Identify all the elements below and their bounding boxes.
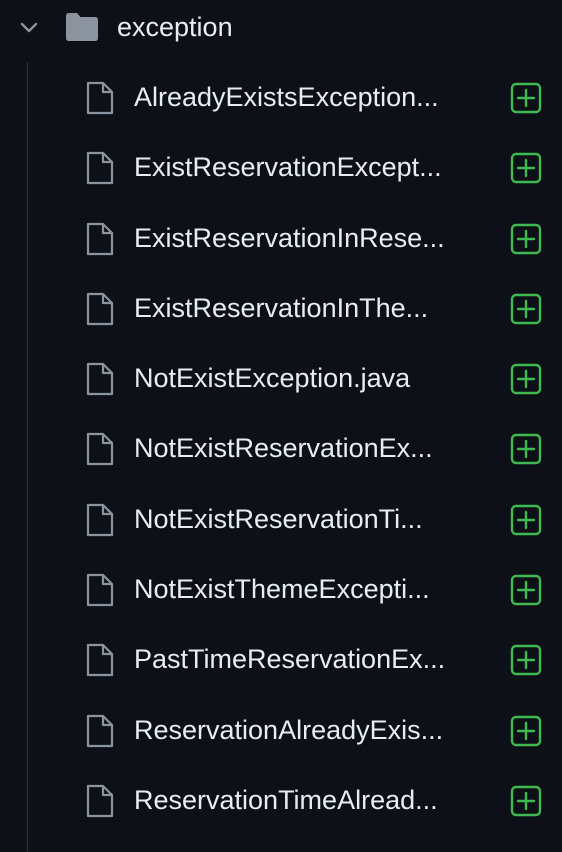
file-row[interactable]: NotExistReservationTi... xyxy=(0,485,562,555)
folder-row-exception[interactable]: exception xyxy=(0,0,562,56)
file-tree: exception AlreadyExistsException... Exist… xyxy=(0,0,562,852)
file-name: NotExistThemeExcepti... xyxy=(134,574,430,605)
file-icon xyxy=(86,573,114,607)
file-name: AlreadyExistsException... xyxy=(134,82,439,112)
chevron-down-icon[interactable] xyxy=(17,16,41,40)
file-row[interactable]: ReservationTimeAlread... xyxy=(0,766,562,836)
file-row[interactable]: NotExistException.java xyxy=(0,344,562,414)
plus-square-icon[interactable] xyxy=(510,504,542,536)
file-icon xyxy=(86,152,114,185)
file-row[interactable]: PastTimeReservationEx... xyxy=(0,625,562,695)
file-row[interactable]: ExistReservationInThe... xyxy=(0,274,562,344)
file-icon xyxy=(86,503,114,536)
file-row[interactable]: AlreadyExistsException... xyxy=(0,63,562,133)
file-icon xyxy=(86,784,114,818)
file-icon xyxy=(86,644,114,677)
file-name: NotExistException.java xyxy=(134,363,411,394)
file-icon xyxy=(86,222,114,255)
file-name: NotExistReservationEx... xyxy=(134,433,433,464)
file-name: ReservationAlreadyExis... xyxy=(134,714,444,745)
file-row[interactable]: ExistReservationInRese... xyxy=(0,204,562,274)
file-row[interactable]: ReservationAlreadyExis... xyxy=(0,696,562,766)
file-name: ExistReservationInThe... xyxy=(134,292,429,323)
plus-square-icon[interactable] xyxy=(510,223,542,255)
plus-square-icon[interactable] xyxy=(510,363,542,395)
plus-square-icon[interactable] xyxy=(510,152,542,184)
plus-square-icon[interactable] xyxy=(510,293,542,325)
file-name: ReservationTimeAlread... xyxy=(134,784,438,815)
plus-square-icon[interactable] xyxy=(510,574,542,606)
file-icon xyxy=(86,433,114,466)
folder-icon xyxy=(66,13,98,41)
plus-square-icon[interactable] xyxy=(510,644,542,676)
file-list: AlreadyExistsException... ExistReservatio… xyxy=(0,63,562,836)
file-icon xyxy=(86,714,114,747)
file-name: ExistReservationInRese... xyxy=(134,222,445,253)
file-row[interactable]: NotExistReservationEx... xyxy=(0,414,562,484)
file-name: ExistReservationExcept... xyxy=(134,152,442,183)
file-row[interactable]: NotExistThemeExcepti... xyxy=(0,555,562,625)
plus-square-icon[interactable] xyxy=(510,715,542,747)
folder-name: exception xyxy=(117,12,233,42)
file-icon xyxy=(86,81,114,115)
plus-square-icon[interactable] xyxy=(510,433,542,465)
file-icon xyxy=(86,363,114,396)
plus-square-icon[interactable] xyxy=(510,82,542,114)
file-icon xyxy=(86,292,114,325)
file-row[interactable]: ExistReservationExcept... xyxy=(0,133,562,203)
file-name: PastTimeReservationEx... xyxy=(134,644,446,675)
file-name: NotExistReservationTi... xyxy=(134,503,423,534)
plus-square-icon[interactable] xyxy=(510,785,542,817)
